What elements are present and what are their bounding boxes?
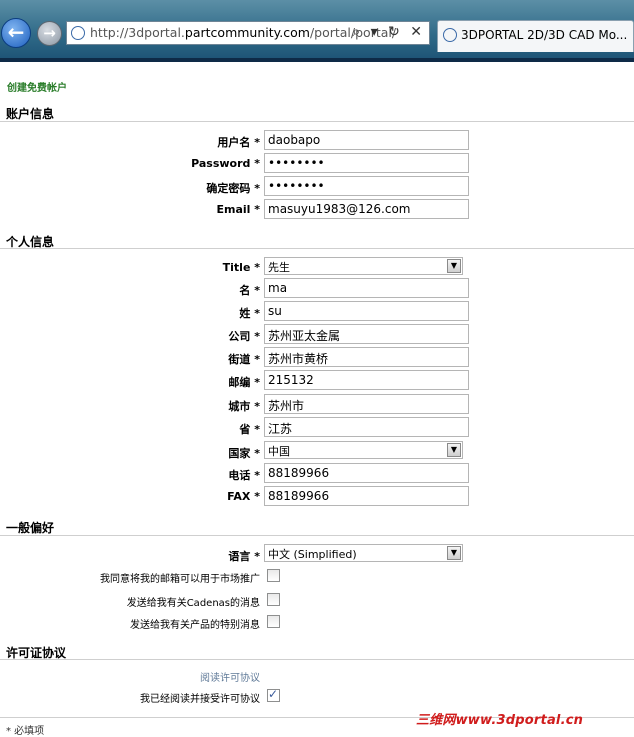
form-row-password: Password * •••••••• [0,153,634,175]
form-row-fax: FAX * 88189966 [0,486,634,508]
section-divider [0,659,634,660]
password-input[interactable]: •••••••• [264,153,469,173]
arrow-left-icon: ← [7,20,25,44]
back-button[interactable]: ← [1,18,31,48]
city-input[interactable]: 苏州市 [264,394,469,414]
form-row-company: 公司 * 苏州亚太金属 [0,324,634,346]
section-title-general: 一般偏好 [6,521,55,535]
address-url: http://3dportal.partcommunity.com/portal… [90,25,397,40]
username-input[interactable]: daobapo [264,130,469,150]
license-link-row: 阅读许可协议 [0,665,634,687]
phone-input[interactable]: 88189966 [264,463,469,483]
address-action-icons[interactable]: ⌕ ▾ ↻ ✕ [352,24,425,40]
language-select[interactable]: 中文 (Simplified) ▼ [264,544,463,562]
form-row-language: 语言 * 中文 (Simplified) ▼ [0,544,634,566]
form-row-zip: 邮编 * 215132 [0,370,634,392]
form-row-accept-license: 我已经阅读并接受许可协议 ✓ [0,686,634,708]
section-divider [0,248,634,249]
country-label: 国家 * [228,447,260,460]
site-favicon-icon [71,26,85,40]
form-row-first-name: 名 * ma [0,278,634,300]
arrow-right-icon: → [43,24,56,42]
form-row-title: Title * 先生 ▼ [0,257,634,279]
province-label: 省 * [239,423,260,436]
checkmark-icon: ✓ [268,687,279,701]
street-input[interactable]: 苏州市黄桥 [264,347,469,367]
address-bar[interactable]: http://3dportal.partcommunity.com/portal… [66,21,430,45]
chevron-down-icon[interactable]: ▼ [447,259,461,273]
zip-label: 邮编 * [228,376,260,389]
company-input[interactable]: 苏州亚太金属 [264,324,469,344]
confirm-password-label: 确定密码 * [206,182,260,195]
product-offers-label: 发送给我有关产品的特别消息 [130,620,260,631]
read-license-link[interactable]: 阅读许可协议 [200,669,260,684]
zip-input[interactable]: 215132 [264,370,469,390]
form-row-city: 城市 * 苏州市 [0,394,634,416]
form-row-last-name: 姓 * su [0,301,634,323]
form-row-street: 街道 * 苏州市黄桥 [0,347,634,369]
email-input[interactable]: masuyu1983@126.com [264,199,469,219]
section-divider [0,535,634,536]
street-label: 街道 * [228,353,260,366]
form-row-marketing-opt: 我同意将我的邮箱可以用于市场推广 [0,566,634,588]
required-fields-note: * 必填项 [6,726,45,737]
first-name-label: 名 * [239,284,260,297]
forward-button[interactable]: → [37,21,62,46]
chevron-down-icon[interactable]: ▼ [447,546,461,560]
tab-title: 3DPORTAL 2D/3D CAD Mo... [461,28,628,42]
toolbar-divider [0,58,634,62]
language-label: 语言 * [228,550,260,563]
accept-license-label: 我已经阅读并接受许可协议 [140,694,260,705]
title-select[interactable]: 先生 ▼ [264,257,463,275]
password-label: Password * [191,157,260,170]
title-label: Title * [222,261,260,274]
last-name-label: 姓 * [239,307,260,320]
fax-input[interactable]: 88189966 [264,486,469,506]
email-label: Email * [216,203,260,216]
first-name-input[interactable]: ma [264,278,469,298]
site-watermark: 三维网www.3dportal.cn [416,713,584,728]
title-select-value: 先生 [268,261,290,274]
browser-tab[interactable]: 3DPORTAL 2D/3D CAD Mo... [437,20,634,52]
form-row-cadenas-news: 发送给我有关Cadenas的消息 [0,590,634,612]
last-name-input[interactable]: su [264,301,469,321]
marketing-opt-label: 我同意将我的邮箱可以用于市场推广 [100,574,260,585]
language-select-value: 中文 (Simplified) [268,548,357,561]
tab-favicon-icon [443,28,457,42]
country-select[interactable]: 中国 ▼ [264,441,463,459]
form-row-confirm-password: 确定密码 * •••••••• [0,176,634,198]
country-select-value: 中国 [268,445,290,458]
form-row-product-offers: 发送给我有关产品的特别消息 [0,612,634,634]
chevron-down-icon[interactable]: ▼ [447,443,461,457]
form-row-province: 省 * 江苏 [0,417,634,439]
city-label: 城市 * [228,400,260,413]
company-label: 公司 * [228,330,260,343]
phone-label: 电话 * [228,469,260,482]
province-input[interactable]: 江苏 [264,417,469,437]
form-row-email: Email * masuyu1983@126.com [0,199,634,221]
form-row-country: 国家 * 中国 ▼ [0,441,634,463]
accept-license-checkbox[interactable]: ✓ [267,687,280,702]
marketing-opt-checkbox[interactable] [267,569,280,582]
confirm-password-input[interactable]: •••••••• [264,176,469,196]
form-row-username: 用户名 * daobapo [0,130,634,152]
section-divider [0,121,634,122]
cadenas-news-checkbox[interactable] [267,593,280,606]
product-offers-checkbox[interactable] [267,615,280,628]
section-title-account: 账户信息 [6,107,55,121]
page-title: 创建免费帐户 [7,83,67,94]
username-label: 用户名 * [217,136,260,149]
cadenas-news-label: 发送给我有关Cadenas的消息 [126,598,260,609]
fax-label: FAX * [227,490,260,503]
form-row-phone: 电话 * 88189966 [0,463,634,485]
